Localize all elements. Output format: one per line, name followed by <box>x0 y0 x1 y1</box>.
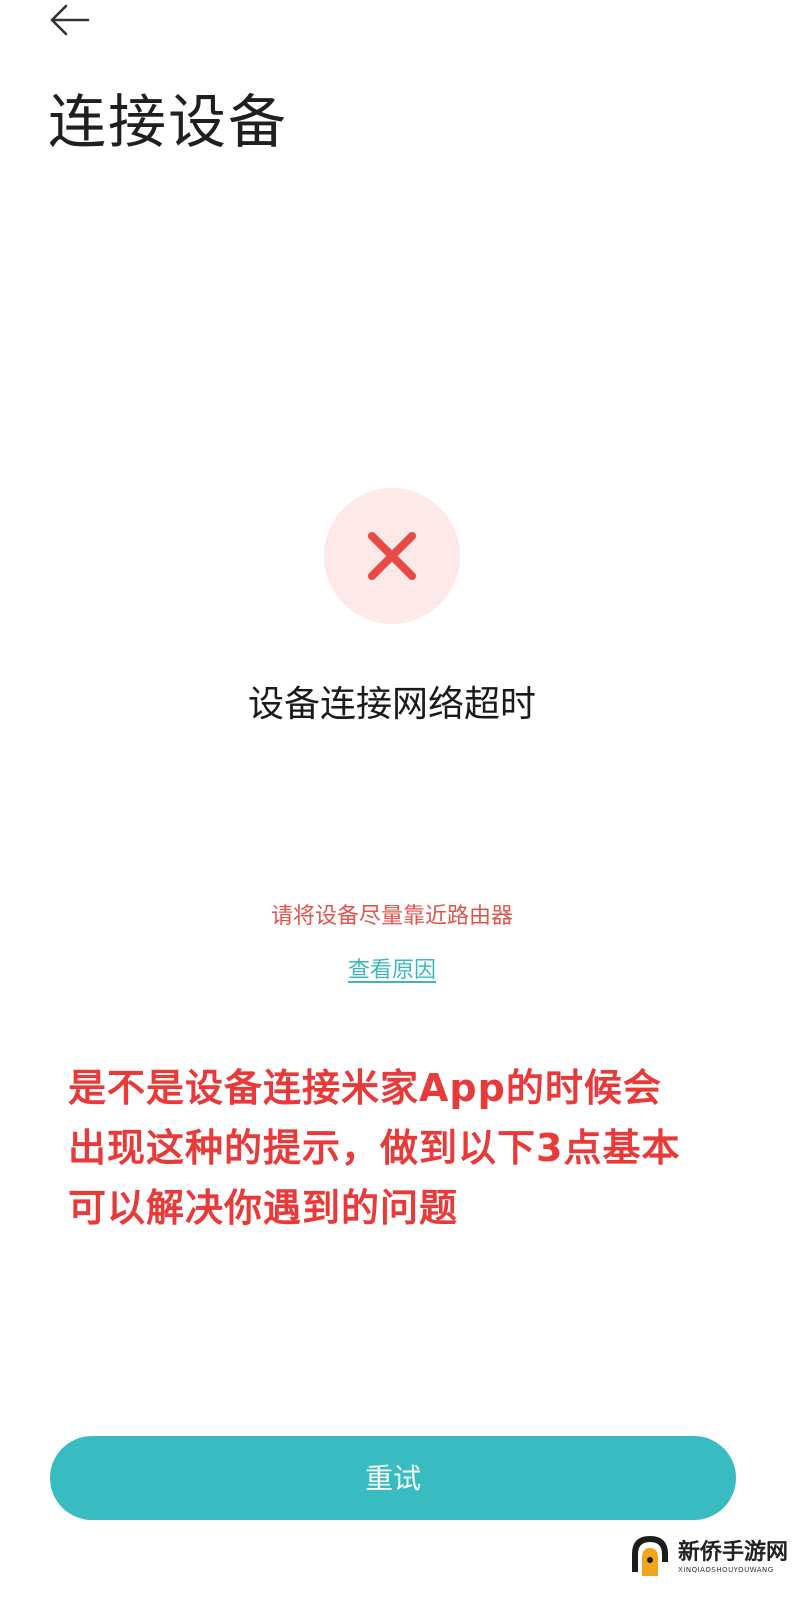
watermark-name: 新侨手游网 <box>678 1539 789 1565</box>
arrow-left-icon <box>50 4 90 36</box>
view-reason-link[interactable]: 查看原因 <box>0 954 784 988</box>
annotation-line: 出现这种的提示，做到以下3点基本 <box>68 1126 681 1170</box>
page-title: 连接设备 <box>48 88 289 156</box>
watermark-logo-icon <box>632 1536 668 1576</box>
back-button[interactable] <box>44 0 96 44</box>
close-x-icon <box>368 532 416 580</box>
watermark: 新侨手游网 XINQIAOSHOUYOUWANG <box>624 1526 794 1590</box>
watermark-subtitle: XINQIAOSHOUYOUWANG <box>678 1566 774 1574</box>
annotation-text: 是不是设备连接米家App的时候会 出现这种的提示，做到以下3点基本 可以解决你遇… <box>68 1058 738 1238</box>
error-title: 设备连接网络超时 <box>247 684 536 725</box>
annotation-line: 是不是设备连接米家App的时候会 <box>68 1066 662 1110</box>
hint-text: 请将设备尽量靠近路由器 <box>270 904 513 929</box>
annotation-line: 可以解决你遇到的问题 <box>68 1186 459 1230</box>
retry-button[interactable]: 重试 <box>50 1436 736 1520</box>
error-status-circle <box>324 488 460 624</box>
